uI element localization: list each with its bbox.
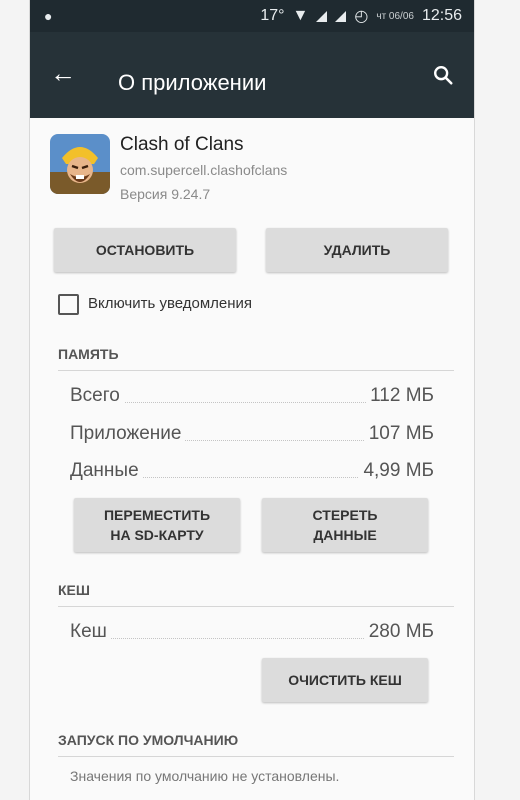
app-package: com.supercell.clashofclans (120, 162, 288, 178)
move-button-line-2: НА SD-КАРТУ (110, 527, 204, 543)
signal-icon-2 (335, 10, 347, 22)
date-text: чт 06/06 (376, 10, 414, 22)
search-icon[interactable] (432, 64, 454, 86)
row-value: 280 МБ (364, 621, 434, 643)
status-indicators: 17° ▼ ◴ чт 06/06 12:56 (260, 6, 462, 26)
defaults-text: Значения по умолчанию не установлены. (70, 768, 340, 784)
alarm-icon: ◴ (354, 8, 369, 25)
memory-section-header: ПАМЯТЬ (58, 346, 119, 362)
app-bar: ← О приложении (30, 32, 474, 118)
row-label: Данные (70, 460, 143, 482)
cache-divider (58, 606, 454, 607)
app-info-screen: ● 17° ▼ ◴ чт 06/06 12:56 ← О приложении … (30, 0, 474, 800)
app-icon (50, 134, 110, 194)
app-version: Версия 9.24.7 (120, 186, 211, 202)
memory-row-data: Данные 4,99 МБ (70, 460, 434, 484)
force-stop-button[interactable]: ОСТАНОВИТЬ (54, 228, 236, 272)
wifi-icon: ▼ (292, 7, 309, 24)
move-button-line-1: ПЕРЕМЕСТИТЬ (103, 507, 211, 523)
memory-divider (58, 370, 454, 371)
app-name: Clash of Clans (120, 134, 244, 155)
row-value: 107 МБ (364, 423, 434, 445)
memory-row-app: Приложение 107 МБ (70, 423, 434, 447)
cache-section-header: КЕШ (58, 582, 90, 598)
move-to-sd-button[interactable]: ПЕРЕМЕСТИТЬ НА SD-КАРТУ (74, 498, 240, 552)
row-value: 4,99 МБ (359, 460, 434, 482)
row-label: Приложение (70, 423, 186, 445)
memory-row-total: Всего 112 МБ (70, 385, 434, 409)
notifications-label: Включить уведомления (88, 295, 253, 312)
cache-row: Кеш 280 МБ (70, 621, 434, 645)
row-value: 112 МБ (366, 385, 434, 407)
clear-cache-button[interactable]: ОЧИСТИТЬ КЕШ (262, 658, 428, 702)
clear-button-line-2: ДАННЫЕ (313, 527, 377, 543)
notification-icon: ● (44, 8, 53, 24)
temperature-text: 17° (260, 7, 285, 24)
defaults-section-header: ЗАПУСК ПО УМОЛЧАНИЮ (58, 732, 239, 748)
uninstall-button[interactable]: УДАЛИТЬ (266, 228, 448, 272)
row-label: Кеш (70, 621, 111, 643)
status-bar: ● 17° ▼ ◴ чт 06/06 12:56 (30, 0, 474, 32)
page-title: О приложении (118, 70, 267, 95)
notifications-checkbox[interactable] (58, 294, 79, 315)
signal-icon (316, 10, 328, 22)
defaults-divider (58, 756, 454, 757)
clear-button-line-1: СТЕРЕТЬ (312, 507, 378, 523)
arrow-back-icon[interactable]: ← (50, 58, 76, 89)
clear-data-button[interactable]: СТЕРЕТЬ ДАННЫЕ (262, 498, 428, 552)
clock-text: 12:56 (421, 7, 462, 24)
row-label: Всего (70, 385, 124, 407)
